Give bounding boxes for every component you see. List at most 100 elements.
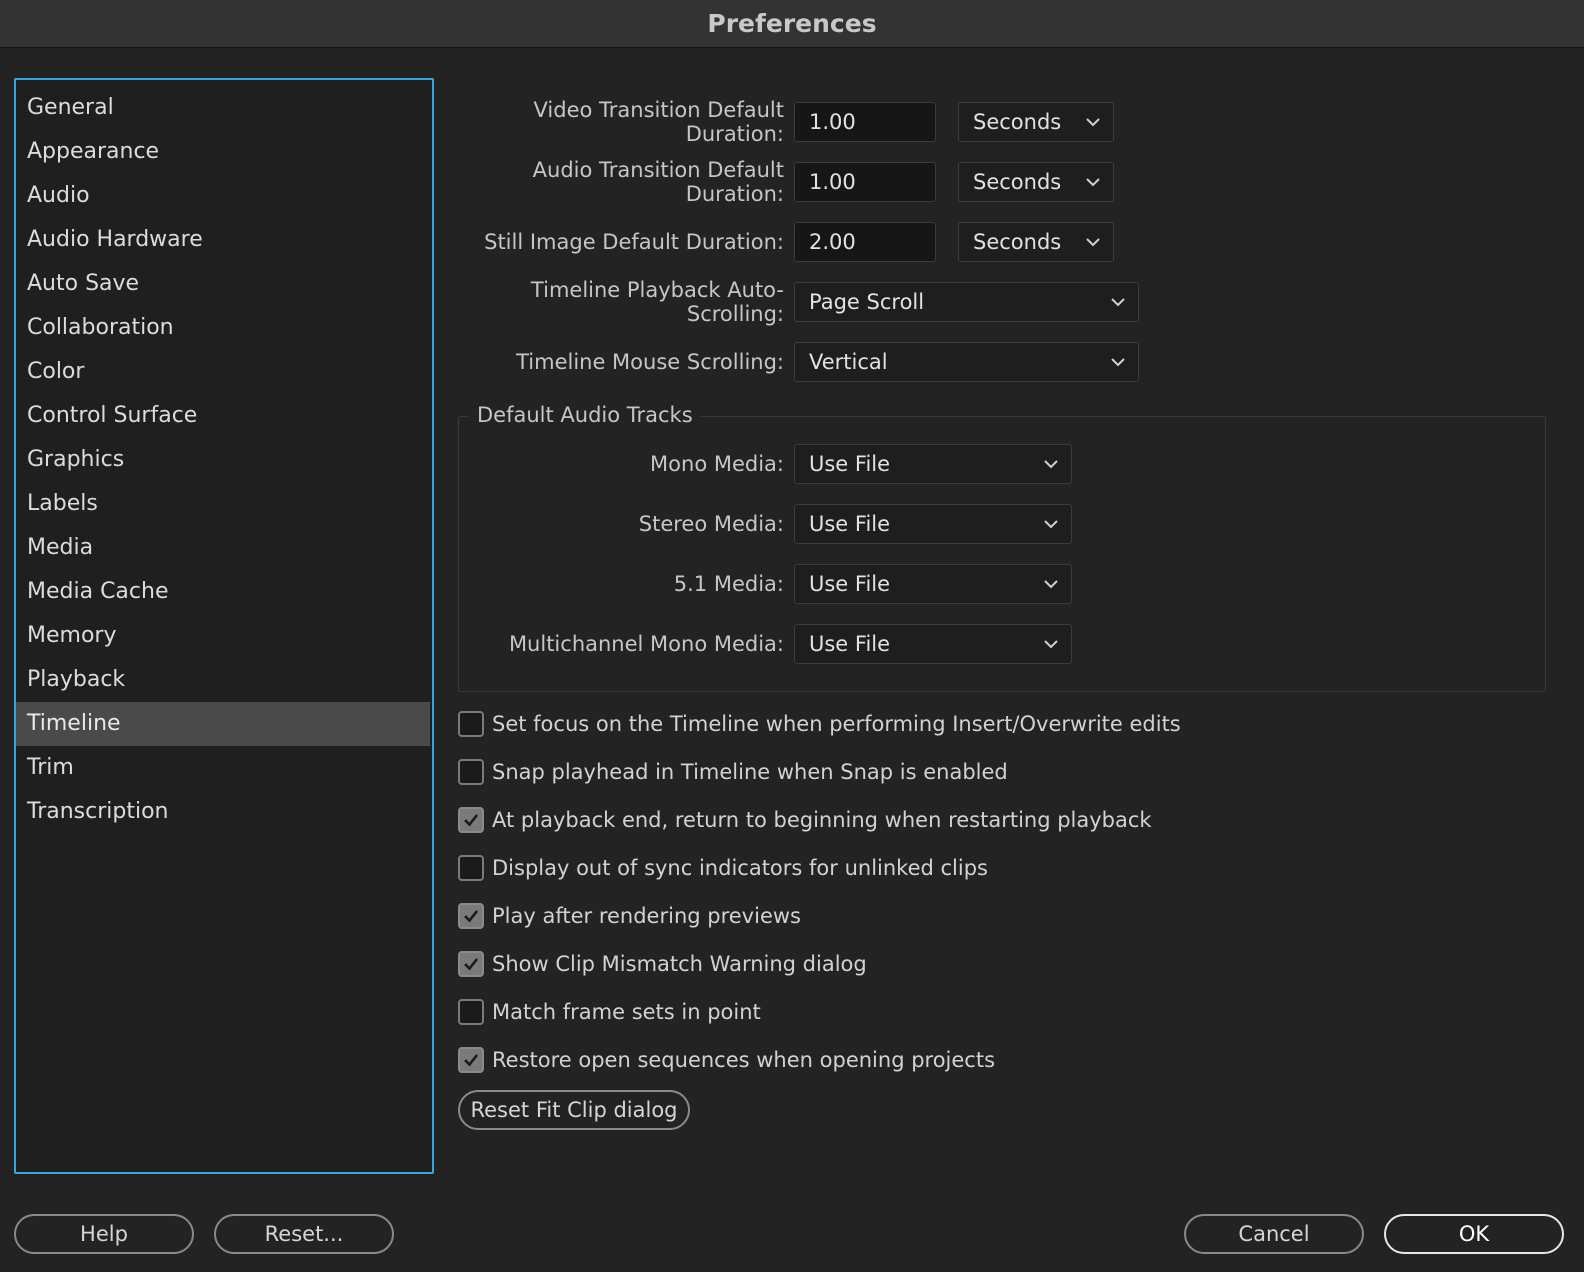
sidebar-item-audio-hardware[interactable]: Audio Hardware [16,218,430,262]
playback-end-label: At playback end, return to beginning whe… [492,808,1152,832]
sidebar-item-general[interactable]: General [16,86,430,130]
still-image-duration-label: Still Image Default Duration: [484,230,784,254]
playback-auto-scrolling-row: Timeline Playback Auto-Scrolling: Page S… [458,278,1139,326]
chevron-down-icon [1086,118,1100,127]
checkbox-row-playback-end[interactable]: At playback end, return to beginning whe… [458,804,1152,836]
playback-auto-scrolling-value: Page Scroll [809,290,925,314]
play-after-render-checkbox[interactable] [458,903,484,929]
sidebar-item-playback[interactable]: Playback [16,658,430,702]
cancel-button[interactable]: Cancel [1184,1214,1364,1254]
chevron-down-icon [1044,460,1058,469]
multichannel-mono-media-value: Use File [809,632,891,656]
stereo-media-label: Stereo Media: [638,512,784,536]
snap-playhead-label: Snap playhead in Timeline when Snap is e… [492,760,1008,784]
mouse-scrolling-row: Timeline Mouse Scrolling: Vertical [458,342,1139,382]
sidebar-item-collaboration[interactable]: Collaboration [16,306,430,350]
checkbox-row-sync-indicators[interactable]: Display out of sync indicators for unlin… [458,852,988,884]
still-image-unit-select[interactable]: Seconds [958,222,1114,262]
stereo-media-value: Use File [809,512,891,536]
chevron-down-icon [1044,520,1058,529]
title-bar: Preferences [0,0,1584,48]
chevron-down-icon [1086,238,1100,247]
preferences-sidebar: General Appearance Audio Audio Hardware … [14,78,434,1174]
video-transition-duration-row: Video Transition Default Duration: 1.00 … [458,98,1114,146]
match-frame-label: Match frame sets in point [492,1000,761,1024]
video-transition-unit-select[interactable]: Seconds [958,102,1114,142]
help-button[interactable]: Help [14,1214,194,1254]
surround-media-label: 5.1 Media: [673,572,784,596]
sidebar-item-color[interactable]: Color [16,350,430,394]
sidebar-item-memory[interactable]: Memory [16,614,430,658]
checkbox-row-restore-sequences[interactable]: Restore open sequences when opening proj… [458,1044,995,1076]
video-transition-unit-value: Seconds [973,110,1062,134]
sidebar-item-timeline[interactable]: Timeline [16,702,430,746]
reset-button[interactable]: Reset... [214,1214,394,1254]
still-image-duration-row: Still Image Default Duration: 2.00 Secon… [458,222,1114,262]
sidebar-item-appearance[interactable]: Appearance [16,130,430,174]
chevron-down-icon [1086,178,1100,187]
sidebar-item-trim[interactable]: Trim [16,746,430,790]
set-focus-checkbox[interactable] [458,711,484,737]
surround-media-row: 5.1 Media: Use File [458,564,1072,604]
chevron-down-icon [1044,640,1058,649]
checkbox-row-snap-playhead[interactable]: Snap playhead in Timeline when Snap is e… [458,756,1008,788]
restore-sequences-checkbox[interactable] [458,1047,484,1073]
window-title: Preferences [707,9,877,38]
surround-media-value: Use File [809,572,891,596]
video-transition-duration-input[interactable]: 1.00 [794,102,936,142]
checkmark-icon [464,958,479,971]
still-image-unit-value: Seconds [973,230,1062,254]
multichannel-mono-media-label: Multichannel Mono Media: [508,632,784,656]
chevron-down-icon [1111,298,1125,307]
sync-indicators-checkbox[interactable] [458,855,484,881]
ok-button[interactable]: OK [1384,1214,1564,1254]
stereo-media-row: Stereo Media: Use File [458,504,1072,544]
sidebar-item-auto-save[interactable]: Auto Save [16,262,430,306]
sidebar-item-graphics[interactable]: Graphics [16,438,430,482]
sidebar-item-labels[interactable]: Labels [16,482,430,526]
clip-mismatch-checkbox[interactable] [458,951,484,977]
match-frame-checkbox[interactable] [458,999,484,1025]
sidebar-item-audio[interactable]: Audio [16,174,430,218]
reset-fit-clip-button[interactable]: Reset Fit Clip dialog [458,1090,690,1130]
checkmark-icon [464,910,479,923]
mono-media-label: Mono Media: [650,452,784,476]
sync-indicators-label: Display out of sync indicators for unlin… [492,856,988,880]
audio-transition-unit-select[interactable]: Seconds [958,162,1114,202]
still-image-duration-input[interactable]: 2.00 [794,222,936,262]
audio-transition-duration-input[interactable]: 1.00 [794,162,936,202]
chevron-down-icon [1044,580,1058,589]
checkbox-row-clip-mismatch[interactable]: Show Clip Mismatch Warning dialog [458,948,867,980]
checkbox-row-play-after-render[interactable]: Play after rendering previews [458,900,801,932]
mono-media-value: Use File [809,452,891,476]
checkmark-icon [464,814,479,827]
sidebar-item-media[interactable]: Media [16,526,430,570]
sidebar-item-transcription[interactable]: Transcription [16,790,430,834]
mono-media-select[interactable]: Use File [794,444,1072,484]
playback-auto-scrolling-select[interactable]: Page Scroll [794,282,1139,322]
stereo-media-select[interactable]: Use File [794,504,1072,544]
surround-media-select[interactable]: Use File [794,564,1072,604]
audio-transition-duration-label: Audio Transition Default Duration: [532,158,784,206]
playback-auto-scrolling-label: Timeline Playback Auto-Scrolling: [530,278,784,326]
checkbox-row-match-frame[interactable]: Match frame sets in point [458,996,761,1028]
mouse-scrolling-select[interactable]: Vertical [794,342,1139,382]
audio-transition-unit-value: Seconds [973,170,1062,194]
sidebar-item-control-surface[interactable]: Control Surface [16,394,430,438]
chevron-down-icon [1111,358,1125,367]
checkbox-row-set-focus[interactable]: Set focus on the Timeline when performin… [458,708,1181,740]
sidebar-item-media-cache[interactable]: Media Cache [16,570,430,614]
mouse-scrolling-label: Timeline Mouse Scrolling: [516,350,784,374]
video-transition-duration-label: Video Transition Default Duration: [533,98,784,146]
playback-end-checkbox[interactable] [458,807,484,833]
snap-playhead-checkbox[interactable] [458,759,484,785]
restore-sequences-label: Restore open sequences when opening proj… [492,1048,996,1072]
mouse-scrolling-value: Vertical [809,350,888,374]
checkmark-icon [464,1054,479,1067]
play-after-render-label: Play after rendering previews [492,904,801,928]
set-focus-label: Set focus on the Timeline when performin… [492,712,1181,736]
multichannel-mono-media-select[interactable]: Use File [794,624,1072,664]
timeline-preferences-panel: Video Transition Default Duration: 1.00 … [458,78,1558,1178]
mono-media-row: Mono Media: Use File [458,444,1072,484]
default-audio-tracks-title: Default Audio Tracks [469,403,701,427]
